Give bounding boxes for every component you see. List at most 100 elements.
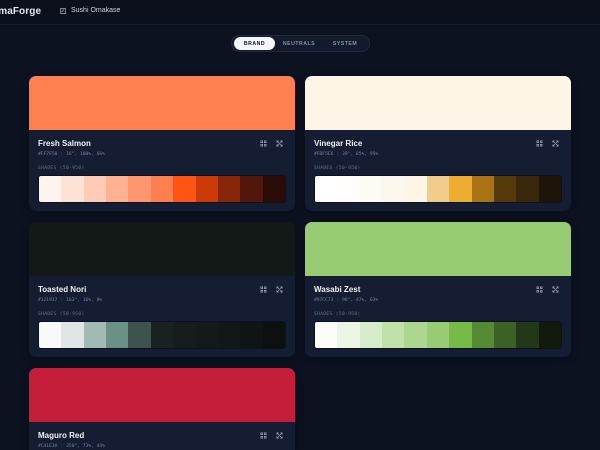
shade-swatch-4[interactable] <box>404 322 427 348</box>
shade-swatch-1[interactable] <box>61 322 84 348</box>
copy-icon[interactable] <box>260 140 267 147</box>
copy-icon[interactable] <box>260 286 267 293</box>
shade-swatch-2[interactable] <box>359 322 383 348</box>
shade-swatch-8[interactable] <box>217 176 241 202</box>
shade-swatch-9[interactable] <box>240 176 263 202</box>
shade-swatch-1[interactable] <box>61 176 84 202</box>
color-swatch[interactable] <box>29 222 295 276</box>
shade-swatch-0[interactable] <box>39 176 62 202</box>
shade-swatch-3[interactable] <box>382 176 405 202</box>
shade-swatch-6[interactable] <box>449 322 472 348</box>
expand-icon[interactable] <box>276 140 283 147</box>
expand-icon[interactable] <box>276 286 283 293</box>
shade-swatch-8[interactable] <box>217 322 241 348</box>
color-card-toasted-nori[interactable]: Toasted Nori #121917 | 163°, 16%, 8% SHADE… <box>29 222 295 357</box>
color-card-maguro-red[interactable]: Maguro Red #C41E3A | 350°, 73%, 44% <box>29 368 295 450</box>
shade-swatch-6[interactable] <box>173 176 196 202</box>
color-card-vinegar-rice[interactable]: Vinegar Rice #FDF5E6 | 39°, 85%, 95% SHADE… <box>305 76 571 211</box>
shade-swatch-8[interactable] <box>493 322 517 348</box>
color-values: #C41E3A | 350°, 73%, 44% <box>38 444 105 449</box>
project-name: Sushi Omakase <box>71 7 121 14</box>
shade-swatch-5[interactable] <box>426 176 450 202</box>
hex-value: #97CC73 <box>314 298 334 303</box>
shade-swatch-9[interactable] <box>516 176 539 202</box>
hsl-value: 96°, 47%, 63% <box>342 298 379 303</box>
shade-swatch-7[interactable] <box>471 322 494 348</box>
palette-tabs: BRAND NEUTRALS SYSTEM <box>231 35 370 52</box>
hex-value: #121917 <box>38 298 58 303</box>
hex-value: #FDF5E6 <box>314 152 334 157</box>
color-swatch[interactable] <box>305 76 571 130</box>
color-name: Fresh Salmon <box>38 139 91 148</box>
color-swatch[interactable] <box>29 76 295 130</box>
shade-swatch-5[interactable] <box>150 322 174 348</box>
shade-swatch-10[interactable] <box>262 322 285 348</box>
shade-swatch-0[interactable] <box>315 176 338 202</box>
copy-icon[interactable] <box>536 140 543 147</box>
shade-strip <box>38 175 286 203</box>
hsl-value: 39°, 85%, 95% <box>342 152 379 157</box>
shade-strip <box>314 175 562 203</box>
tab-system[interactable]: SYSTEM <box>323 37 367 50</box>
app-brand[interactable]: romaForge <box>0 6 41 17</box>
color-name: Maguro Red <box>38 431 85 440</box>
top-bar: romaForge Sushi Omakase <box>0 0 600 25</box>
shade-swatch-8[interactable] <box>493 176 517 202</box>
color-name: Toasted Nori <box>38 285 87 294</box>
color-name: Wasabi Zest <box>314 285 361 294</box>
color-swatch[interactable] <box>29 368 295 422</box>
color-values: #FDF5E6 | 39°, 85%, 95% <box>314 152 379 157</box>
expand-icon[interactable] <box>276 432 283 439</box>
expand-icon[interactable] <box>552 286 559 293</box>
shade-swatch-3[interactable] <box>106 322 129 348</box>
shade-swatch-0[interactable] <box>39 322 62 348</box>
shade-swatch-2[interactable] <box>83 322 107 348</box>
color-values: #FF7F50 | 16°, 100%, 66% <box>38 152 105 157</box>
shades-label: SHADES (50-950) <box>38 166 85 171</box>
shades-label: SHADES (50-950) <box>314 312 361 317</box>
project-selector[interactable]: Sushi Omakase <box>60 7 120 14</box>
shade-swatch-9[interactable] <box>240 322 263 348</box>
shade-swatch-7[interactable] <box>195 176 218 202</box>
color-name: Vinegar Rice <box>314 139 363 148</box>
shade-swatch-4[interactable] <box>128 176 151 202</box>
color-card-wasabi-zest[interactable]: Wasabi Zest #97CC73 | 96°, 47%, 63% SHADES… <box>305 222 571 357</box>
copy-icon[interactable] <box>536 286 543 293</box>
hsl-value: 16°, 100%, 66% <box>66 152 105 157</box>
shade-swatch-3[interactable] <box>382 322 405 348</box>
shade-swatch-3[interactable] <box>106 176 129 202</box>
shade-swatch-6[interactable] <box>449 176 472 202</box>
hsl-value: 163°, 16%, 8% <box>66 298 103 303</box>
tab-neutrals[interactable]: NEUTRALS <box>275 37 323 50</box>
shades-label: SHADES (50-950) <box>314 166 361 171</box>
shade-swatch-2[interactable] <box>83 176 107 202</box>
shade-swatch-5[interactable] <box>426 322 450 348</box>
shade-swatch-4[interactable] <box>128 322 151 348</box>
color-swatch[interactable] <box>305 222 571 276</box>
tab-brand[interactable]: BRAND <box>234 37 275 50</box>
shade-swatch-1[interactable] <box>337 176 360 202</box>
shade-swatch-4[interactable] <box>404 176 427 202</box>
color-values: #121917 | 163°, 16%, 8% <box>38 298 103 303</box>
shade-swatch-5[interactable] <box>150 176 174 202</box>
color-card-fresh-salmon[interactable]: Fresh Salmon #FF7F50 | 16°, 100%, 66% SHAD… <box>29 76 295 211</box>
shade-swatch-2[interactable] <box>359 176 383 202</box>
expand-icon[interactable] <box>552 140 559 147</box>
hex-value: #FF7F50 <box>38 152 58 157</box>
palette-icon <box>60 7 66 14</box>
copy-icon[interactable] <box>260 432 267 439</box>
shade-swatch-6[interactable] <box>173 322 196 348</box>
shades-label: SHADES (50-950) <box>38 312 85 317</box>
shade-swatch-9[interactable] <box>516 322 539 348</box>
shade-swatch-10[interactable] <box>538 176 561 202</box>
shade-swatch-7[interactable] <box>195 322 218 348</box>
shade-swatch-0[interactable] <box>315 322 338 348</box>
shade-strip <box>314 321 562 349</box>
shade-swatch-10[interactable] <box>262 176 285 202</box>
shade-swatch-10[interactable] <box>538 322 561 348</box>
hex-value: #C41E3A <box>38 444 58 449</box>
hsl-value: 350°, 73%, 44% <box>66 444 105 449</box>
shade-swatch-1[interactable] <box>337 322 360 348</box>
shade-swatch-7[interactable] <box>471 176 494 202</box>
shade-strip <box>38 321 286 349</box>
